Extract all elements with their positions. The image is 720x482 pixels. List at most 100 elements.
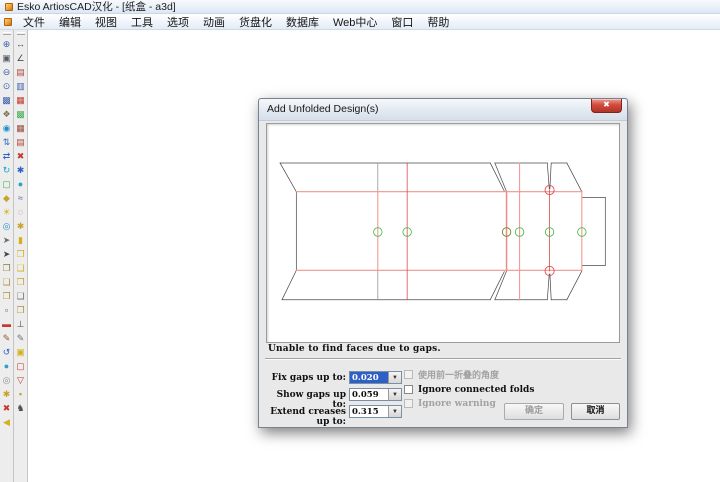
checkbox-icon[interactable] — [404, 385, 413, 394]
menu-item-1[interactable]: 文件 — [16, 13, 52, 31]
box-yellow-icon[interactable]: ▣ — [14, 345, 27, 359]
node-edit-icon[interactable]: ▫ — [0, 303, 13, 317]
panel-table-icon[interactable]: ▦ — [14, 121, 27, 135]
menu-item-2[interactable]: 编辑 — [52, 13, 88, 31]
close-icon: ✖ — [603, 100, 610, 109]
select-icon[interactable]: ➤ — [0, 247, 13, 261]
measure-angle-icon[interactable]: ∠ — [14, 51, 27, 65]
box-flat-icon[interactable]: ❐ — [14, 303, 27, 317]
orbit-icon[interactable]: ↺ — [0, 345, 13, 359]
menu-items: 文件编辑视图工具选项动画货盘化数据库Web中心窗口帮助 — [16, 13, 456, 31]
toolbar-grip[interactable] — [17, 32, 25, 35]
toolbar-grip[interactable] — [3, 32, 11, 35]
clip-icon[interactable]: ◎ — [0, 373, 13, 387]
circle-select-icon[interactable]: ● — [14, 177, 27, 191]
curve-tool-icon[interactable]: ≈ — [14, 191, 27, 205]
zoom-previous-icon[interactable]: ⊙ — [0, 79, 13, 93]
menu-item-7[interactable]: 货盘化 — [232, 13, 279, 31]
measure-width-icon[interactable]: ↔ — [14, 37, 27, 51]
chevron-down-icon[interactable]: ▼ — [388, 389, 401, 400]
box-check-icon[interactable]: ▽ — [14, 373, 27, 387]
box-wire-icon[interactable]: ❏ — [14, 289, 27, 303]
box-fold-icon[interactable]: ❒ — [14, 275, 27, 289]
toolbar-column-1: ⊕▣⊖⊙▩❖◉⇅⇄↻▢◆☀◎➤➤❐❏❒▫▬✎↺●◎✱✖◀ — [0, 30, 14, 482]
chevron-down-icon[interactable]: ▼ — [388, 406, 401, 417]
clip-remove-icon[interactable]: ✖ — [0, 401, 13, 415]
dialog-close-button[interactable]: ✖ — [591, 99, 622, 113]
tape-icon[interactable]: ▬ — [0, 317, 13, 331]
separator — [265, 358, 621, 360]
dimension-v-icon[interactable]: ▥ — [14, 79, 27, 93]
show-gaps-combo[interactable]: 0.059 ▼ — [349, 388, 402, 401]
chevron-down-icon[interactable]: ▼ — [388, 372, 401, 383]
move-leftright-icon[interactable]: ⇄ — [0, 149, 13, 163]
extend-creases-combo[interactable]: 0.315 ▼ — [349, 405, 402, 418]
knife-icon[interactable]: ✎ — [0, 331, 13, 345]
duplicate-icon[interactable]: ❐ — [0, 261, 13, 275]
select-copy-icon[interactable]: ➤ — [0, 233, 13, 247]
sphere-icon[interactable]: ● — [0, 359, 13, 373]
menu-item-3[interactable]: 视图 — [88, 13, 124, 31]
fix-gaps-value[interactable]: 0.020 — [350, 372, 388, 383]
select-box-icon[interactable]: ▢ — [0, 177, 13, 191]
show-eye-icon[interactable]: ◉ — [0, 121, 13, 135]
use-previous-fold-angle-checkbox[interactable]: 使用前一折叠的角度 — [404, 369, 499, 380]
menu-item-6[interactable]: 动画 — [196, 13, 232, 31]
menu-bar: 文件编辑视图工具选项动画货盘化数据库Web中心窗口帮助 — [0, 14, 720, 30]
menu-item-4[interactable]: 工具 — [124, 13, 160, 31]
dialog-titlebar[interactable]: Add Unfolded Design(s) — [259, 99, 627, 121]
menu-item-10[interactable]: 窗口 — [384, 13, 420, 31]
magic-icon[interactable]: ✱ — [14, 219, 27, 233]
box-small-icon[interactable]: ▪ — [14, 387, 27, 401]
view-mode-icon[interactable]: ◎ — [0, 219, 13, 233]
render-icon[interactable]: ✎ — [14, 331, 27, 345]
anchor-icon[interactable]: ⊥ — [14, 317, 27, 331]
light-icon[interactable]: ☀ — [0, 205, 13, 219]
cancel-button[interactable]: 取消 — [571, 403, 620, 420]
box-3d-icon[interactable]: ❒ — [14, 247, 27, 261]
checkbox-label: Ignore warning — [418, 399, 496, 409]
move-updown-icon[interactable]: ⇅ — [0, 135, 13, 149]
pellet-icon[interactable]: ▮ — [14, 233, 27, 247]
ok-button[interactable]: 确定 — [504, 403, 564, 420]
show-gaps-value[interactable]: 0.059 — [350, 389, 388, 400]
checkbox-label: 使用前一折叠的角度 — [418, 368, 499, 381]
panel-red-icon[interactable]: ▦ — [14, 93, 27, 107]
menu-item-8[interactable]: 数据库 — [279, 13, 326, 31]
unfolded-design-drawing — [267, 124, 619, 342]
lasso-icon[interactable]: ◌ — [14, 205, 27, 219]
zoom-extents-icon[interactable]: ▩ — [0, 93, 13, 107]
menu-item-11[interactable]: 帮助 — [420, 13, 456, 31]
solid-box-icon[interactable]: ◆ — [0, 191, 13, 205]
panel-grid-icon[interactable]: ▤ — [14, 135, 27, 149]
ignore-warning-checkbox[interactable]: Ignore warning — [404, 398, 496, 409]
checkbox-icon[interactable] — [404, 399, 413, 408]
panel-green-icon[interactable]: ▩ — [14, 107, 27, 121]
ignore-connected-folds-checkbox[interactable]: Ignore connected folds — [404, 384, 534, 395]
delete-part-icon[interactable]: ✖ — [14, 149, 27, 163]
pan-icon[interactable]: ❖ — [0, 107, 13, 121]
dimension-h-icon[interactable]: ▤ — [14, 65, 27, 79]
zoom-in-icon[interactable]: ⊕ — [0, 37, 13, 51]
zoom-window-icon[interactable]: ▣ — [0, 51, 13, 65]
box-open-icon[interactable]: ❑ — [14, 261, 27, 275]
fix-gaps-label: Fix gaps up to: — [261, 373, 346, 383]
add-unfolded-designs-dialog: Add Unfolded Design(s) ✖ Unable to find … — [258, 98, 628, 428]
unfold-preview-panel — [266, 123, 620, 343]
back-face-icon[interactable]: ❏ — [0, 275, 13, 289]
star-part-icon[interactable]: ✱ — [14, 163, 27, 177]
app-icon — [5, 3, 13, 11]
status-message: Unable to find faces due to gaps. — [268, 344, 441, 354]
fold-panel-icon[interactable]: ❒ — [0, 289, 13, 303]
animate-icon[interactable]: ♞ — [14, 401, 27, 415]
menu-item-9[interactable]: Web中心 — [326, 13, 384, 31]
checkbox-icon[interactable] — [404, 370, 413, 379]
clip-add-icon[interactable]: ✱ — [0, 387, 13, 401]
menu-item-5[interactable]: 选项 — [160, 13, 196, 31]
extend-creases-value[interactable]: 0.315 — [350, 406, 388, 417]
box-red-icon[interactable]: ▢ — [14, 359, 27, 373]
exit-tool-icon[interactable]: ◀ — [0, 415, 13, 429]
fix-gaps-combo[interactable]: 0.020 ▼ — [349, 371, 402, 384]
rotate-view-icon[interactable]: ↻ — [0, 163, 13, 177]
zoom-out-icon[interactable]: ⊖ — [0, 65, 13, 79]
